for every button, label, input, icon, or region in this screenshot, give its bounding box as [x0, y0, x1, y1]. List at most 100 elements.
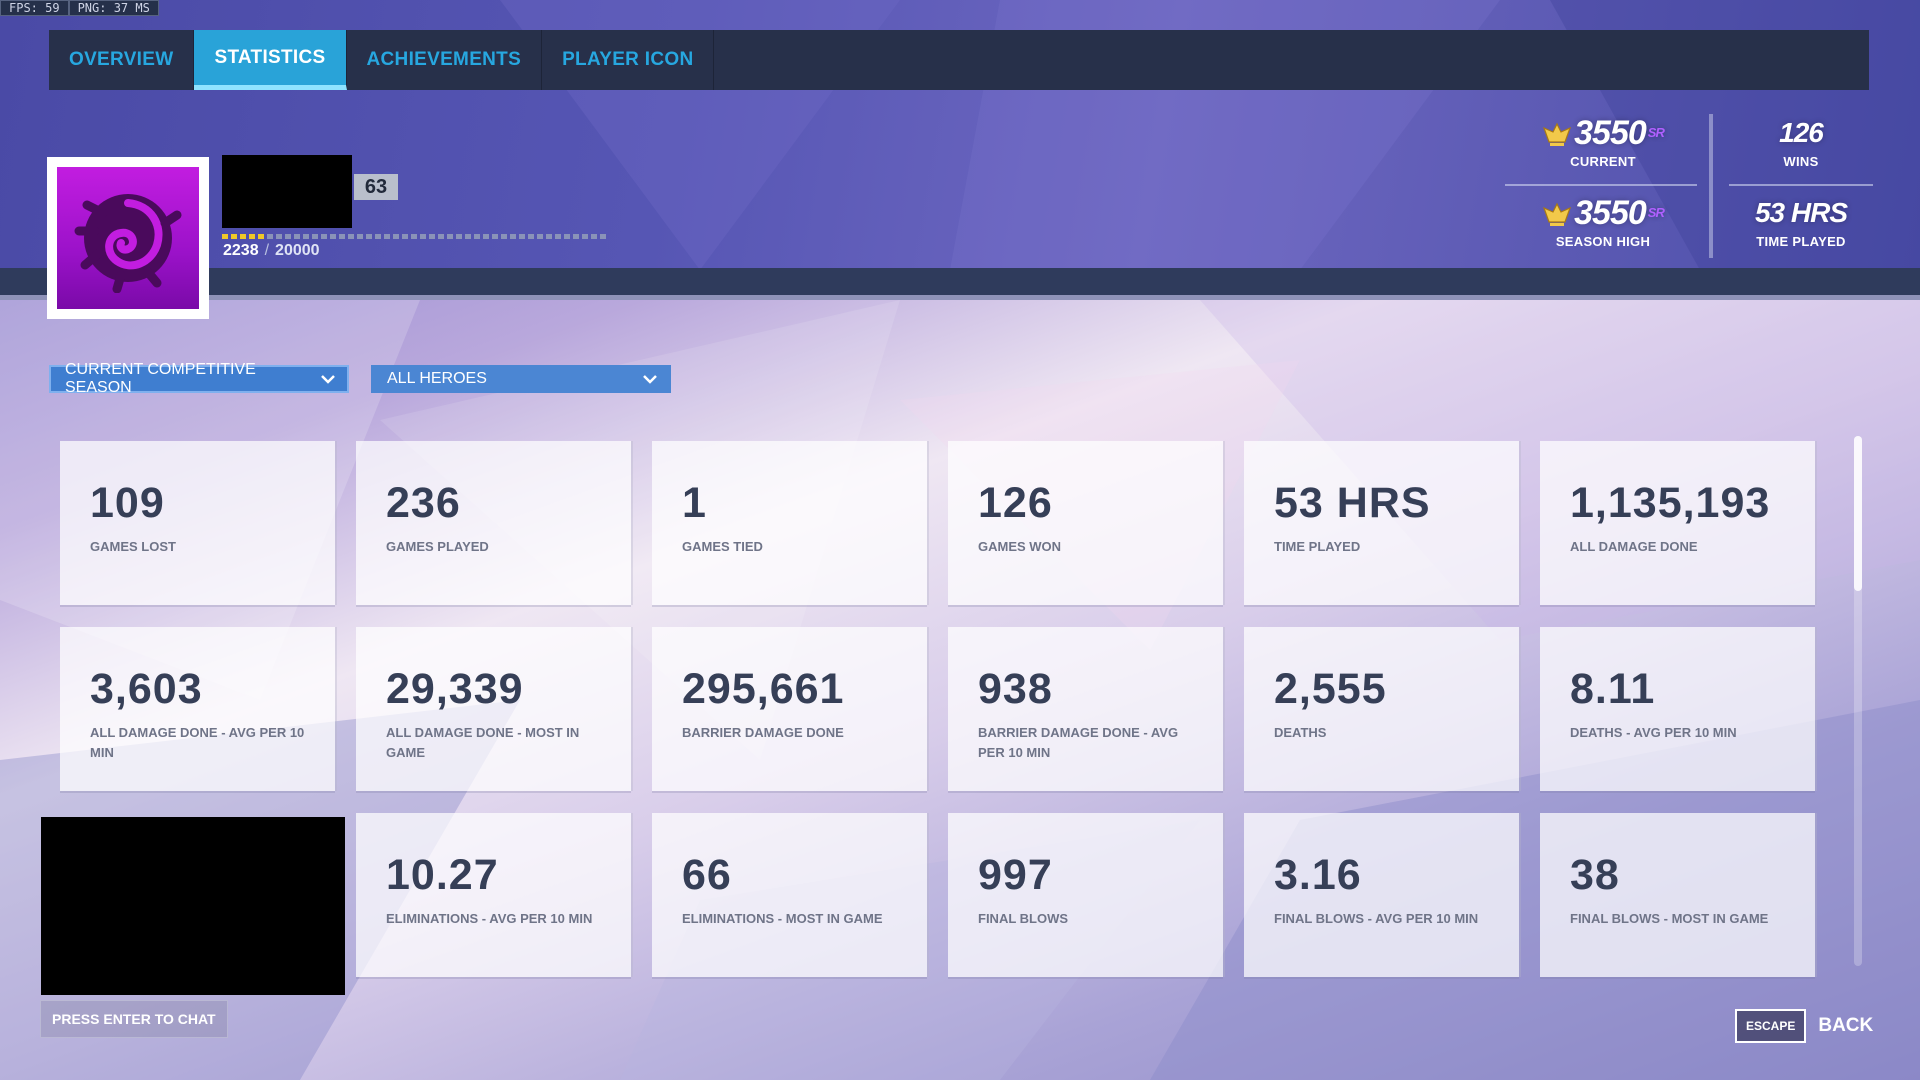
stat-label: FINAL BLOWS - MOST IN GAME	[1570, 911, 1769, 926]
stat-value: 38	[1570, 851, 1620, 899]
stat-label: TIME PLAYED	[1274, 539, 1361, 554]
xp-segment	[456, 234, 462, 239]
tab-player-icon[interactable]: PLAYER ICON	[542, 30, 715, 90]
redacted-stat-card	[41, 817, 345, 995]
stat-card: 66 ELIMINATIONS - MOST IN GAME	[652, 813, 927, 977]
xp-segment	[258, 234, 264, 239]
wins-label: WINS	[1783, 154, 1819, 169]
stat-label: GAMES TIED	[682, 539, 763, 554]
time-played-stat: 53 HRS TIME PLAYED	[1727, 194, 1875, 249]
xp-segment	[267, 234, 273, 239]
stat-value: 3,603	[90, 665, 203, 713]
stat-card: 29,339 ALL DAMAGE DONE - MOST IN GAME	[356, 627, 631, 791]
xp-max: 20000	[275, 242, 320, 259]
stat-value: 236	[386, 479, 461, 527]
xp-segment	[492, 234, 498, 239]
stat-label: BARRIER DAMAGE DONE	[682, 725, 844, 740]
debug-overlay: FPS: 59 PNG: 37 MS	[0, 0, 159, 16]
xp-segment	[231, 234, 237, 239]
season-filter-dropdown[interactable]: CURRENT COMPETITIVE SEASON	[49, 361, 349, 396]
tab-statistics[interactable]: STATISTICS	[194, 30, 347, 90]
escape-key-hint: ESCAPE	[1735, 1009, 1807, 1043]
xp-segment	[249, 234, 255, 239]
stat-value: 126	[978, 479, 1053, 527]
scrollbar-thumb[interactable]	[1854, 436, 1862, 591]
stat-value: 997	[978, 851, 1053, 899]
season-filter-value: CURRENT COMPETITIVE SEASON	[65, 361, 256, 396]
stat-card: 1 GAMES TIED	[652, 441, 927, 605]
tab-achievements[interactable]: ACHIEVEMENTS	[347, 30, 543, 90]
xp-segment	[420, 234, 426, 239]
wins-stat: 126 WINS	[1727, 114, 1875, 169]
stat-label: FINAL BLOWS - AVG PER 10 MIN	[1274, 911, 1479, 926]
xp-segment	[357, 234, 363, 239]
stat-card: 126 GAMES WON	[948, 441, 1223, 605]
stat-label: ELIMINATIONS - AVG PER 10 MIN	[386, 911, 593, 926]
xp-segment	[402, 234, 408, 239]
time-played-label: TIME PLAYED	[1756, 234, 1846, 249]
rank-divider-vertical	[1709, 114, 1713, 258]
xp-segment	[438, 234, 444, 239]
stat-card: 295,661 BARRIER DAMAGE DONE	[652, 627, 927, 791]
stat-value: 8.11	[1570, 665, 1656, 713]
xp-segment	[546, 234, 552, 239]
xp-segment	[447, 234, 453, 239]
xp-segment	[582, 234, 588, 239]
stat-label: ALL DAMAGE DONE - AVG PER 10 MIN	[90, 725, 305, 760]
xp-segment	[600, 234, 606, 239]
stat-card: 38 FINAL BLOWS - MOST IN GAME	[1540, 813, 1815, 977]
xp-segment	[411, 234, 417, 239]
stat-label: ALL DAMAGE DONE	[1570, 539, 1698, 554]
xp-segment	[393, 234, 399, 239]
player-level-badge: 63	[354, 174, 398, 200]
rank-divider-left	[1505, 184, 1697, 186]
xp-segment	[528, 234, 534, 239]
png-timer: PNG: 37 MS	[68, 0, 159, 16]
stat-card: 997 FINAL BLOWS	[948, 813, 1223, 977]
season-high-label: SEASON HIGH	[1555, 234, 1651, 249]
stat-value: 1,135,193	[1570, 479, 1771, 527]
xp-segment	[564, 234, 570, 239]
stat-card: 236 GAMES PLAYED	[356, 441, 631, 605]
stat-card: 938 BARRIER DAMAGE DONE - AVG PER 10 MIN	[948, 627, 1223, 791]
stat-card: 8.11 DEATHS - AVG PER 10 MIN	[1540, 627, 1815, 791]
tab-overview[interactable]: OVERVIEW	[49, 30, 195, 90]
stat-value: 29,339	[386, 665, 524, 713]
xp-segment	[555, 234, 561, 239]
xp-segment	[573, 234, 579, 239]
current-sr-label: CURRENT	[1570, 154, 1636, 169]
xp-segment	[285, 234, 291, 239]
xp-readout: 2238 / 20000	[223, 242, 320, 260]
chat-prompt[interactable]: PRESS ENTER TO CHAT	[40, 1000, 228, 1038]
stat-value: 938	[978, 665, 1053, 713]
stat-card: 3.16 FINAL BLOWS - AVG PER 10 MIN	[1244, 813, 1519, 977]
xp-segment	[591, 234, 597, 239]
master-rank-icon	[1543, 122, 1572, 147]
stat-card: 3,603 ALL DAMAGE DONE - AVG PER 10 MIN	[60, 627, 335, 791]
player-avatar	[47, 157, 209, 319]
stat-card: 10.27 ELIMINATIONS - AVG PER 10 MIN	[356, 813, 631, 977]
xp-segment	[483, 234, 489, 239]
chevron-down-icon	[643, 371, 657, 387]
stat-label: DEATHS	[1274, 725, 1327, 740]
stat-label: ALL DAMAGE DONE - MOST IN GAME	[386, 725, 580, 760]
stat-value: 53 HRS	[1274, 479, 1431, 527]
current-sr-value: 3550	[1574, 114, 1647, 152]
back-button[interactable]: ESCAPE BACK	[1735, 1009, 1873, 1043]
xp-segment	[519, 234, 525, 239]
stat-value: 109	[90, 479, 165, 527]
stat-label: DEATHS - AVG PER 10 MIN	[1570, 725, 1737, 740]
xp-segment	[303, 234, 309, 239]
xp-segment	[474, 234, 480, 239]
time-played-value: 53 HRS	[1754, 197, 1848, 228]
stats-scrollbar[interactable]	[1854, 436, 1862, 966]
chevron-down-icon	[321, 371, 335, 387]
hero-filter-dropdown[interactable]: ALL HEROES	[371, 365, 671, 393]
xp-segment	[375, 234, 381, 239]
stat-label: BARRIER DAMAGE DONE - AVG PER 10 MIN	[978, 725, 1179, 760]
stat-card: 109 GAMES LOST	[60, 441, 335, 605]
stat-value: 295,661	[682, 665, 845, 713]
stat-card: 53 HRS TIME PLAYED	[1244, 441, 1519, 605]
master-rank-icon	[1543, 202, 1572, 227]
xp-segment	[294, 234, 300, 239]
